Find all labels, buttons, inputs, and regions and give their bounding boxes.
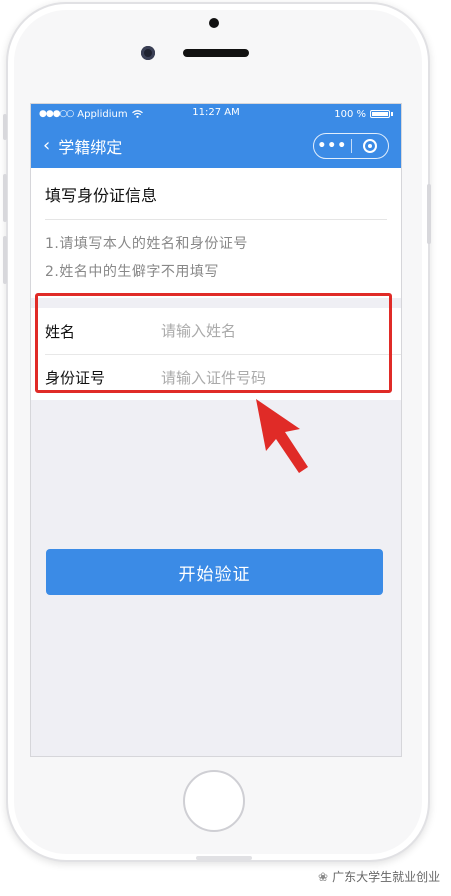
tips-list: 1.请填写本人的姓名和身份证号 2.姓名中的生僻字不用填写 xyxy=(45,220,387,298)
battery-icon xyxy=(370,110,390,118)
target-circle-icon xyxy=(362,139,377,153)
front-camera xyxy=(141,46,155,60)
phone-bottom-edge xyxy=(196,856,252,860)
back-icon[interactable]: ‹ xyxy=(43,137,50,155)
close-miniprogram-button[interactable] xyxy=(352,139,389,153)
wechat-official-account-icon: ❀ xyxy=(318,869,329,884)
annotation-highlight-box xyxy=(35,293,392,393)
watermark: ❀ 广东大学生就业创业 xyxy=(318,868,440,885)
section-title: 填写身份证信息 xyxy=(45,168,387,220)
start-verification-button[interactable]: 开始验证 xyxy=(46,549,383,595)
volume-up-button xyxy=(3,174,7,222)
miniprogram-capsule: ••• xyxy=(313,133,389,159)
tip-item: 1.请填写本人的姓名和身份证号 xyxy=(45,236,248,252)
status-time: 11:27 AM xyxy=(192,107,240,118)
proximity-sensor xyxy=(209,18,219,28)
volume-down-button xyxy=(3,236,7,284)
page-title: 学籍绑定 xyxy=(58,138,123,157)
info-card: 填写身份证信息 1.请填写本人的姓名和身份证号 2.姓名中的生僻字不用填写 xyxy=(31,168,401,298)
phone-screen: ●●●○○ Applidium 11:27 AM 100 % ‹ 学籍绑定 ••… xyxy=(30,103,402,757)
annotation-arrow-icon xyxy=(256,399,308,473)
nav-bar: ‹ 学籍绑定 ••• xyxy=(31,124,401,168)
power-button xyxy=(427,184,431,244)
tip-item: 2.姓名中的生僻字不用填写 xyxy=(45,264,219,280)
earpiece-speaker xyxy=(183,49,249,57)
watermark-text: 广东大学生就业创业 xyxy=(332,870,441,884)
home-button[interactable] xyxy=(183,770,245,832)
mute-switch xyxy=(3,114,7,140)
more-options-icon[interactable]: ••• xyxy=(314,139,351,153)
status-bar: ●●●○○ Applidium 11:27 AM 100 % xyxy=(31,104,401,124)
